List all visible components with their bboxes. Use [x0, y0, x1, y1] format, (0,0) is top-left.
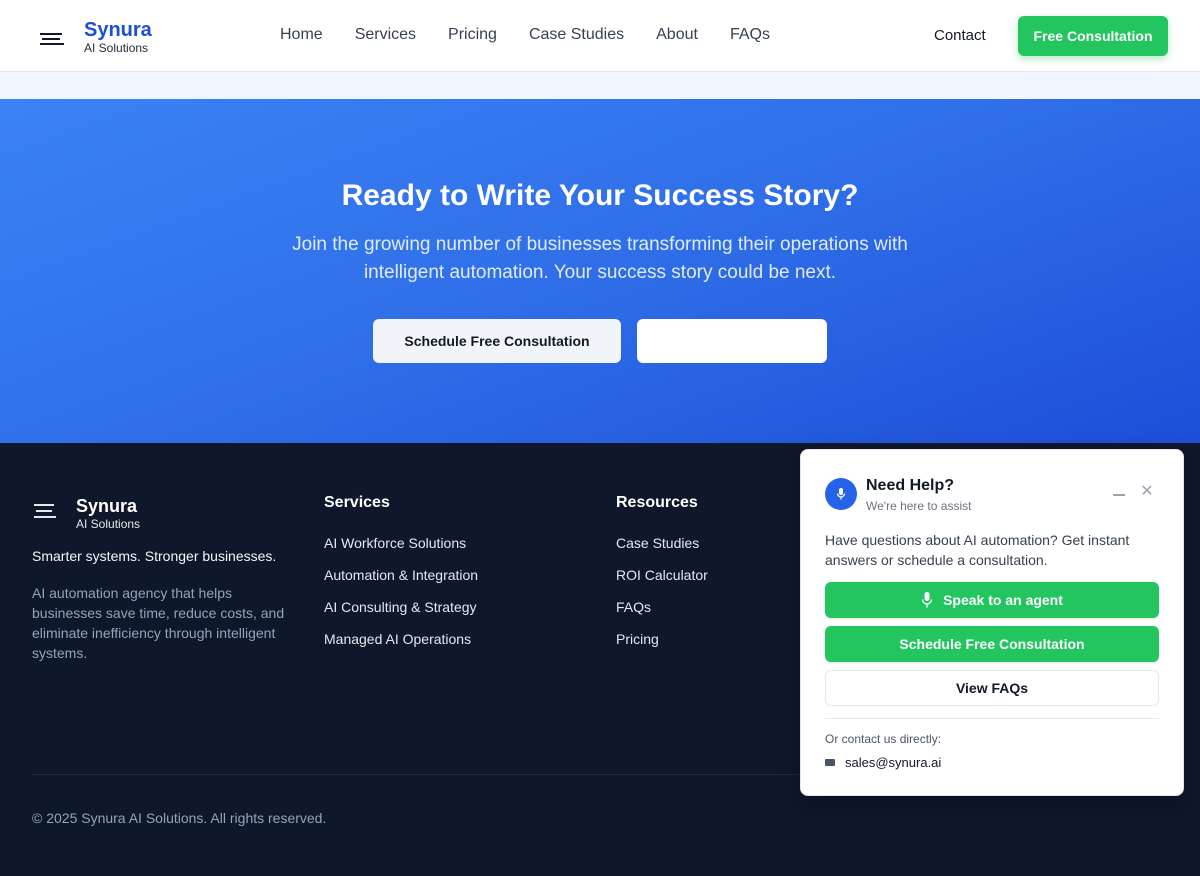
footer-link-roi-calculator[interactable]: ROI Calculator [616, 566, 708, 584]
widget-schedule-consultation-button[interactable]: Schedule Free Consultation [825, 626, 1159, 662]
brand-logo[interactable]: Synura AI Solutions [40, 20, 152, 54]
nav-pricing[interactable]: Pricing [448, 26, 497, 44]
nav-faqs[interactable]: FAQs [730, 26, 770, 44]
direct-contact-label: Or contact us directly: [825, 732, 942, 746]
logo-mark-icon [40, 27, 64, 47]
contact-email[interactable]: sales@synura.ai [845, 755, 941, 770]
nav-services[interactable]: Services [355, 26, 416, 44]
free-consultation-button[interactable]: Free Consultation [1018, 16, 1168, 56]
email-contact[interactable]: sales@synura.ai [825, 755, 941, 770]
copyright-text: © 2025 Synura AI Solutions. All rights r… [32, 810, 327, 826]
footer-link-case-studies[interactable]: Case Studies [616, 534, 708, 552]
mic-icon [825, 478, 857, 510]
widget-text: Have questions about AI automation? Get … [825, 532, 1130, 568]
footer-description: AI automation agency that helps business… [32, 585, 285, 661]
footer-logo[interactable]: Synura AI Solutions [32, 496, 140, 532]
site-header: Synura AI Solutions Home Services Pricin… [0, 0, 1200, 72]
footer-link-ai-workforce[interactable]: AI Workforce Solutions [324, 534, 478, 552]
close-icon[interactable]: ✕ [1139, 484, 1155, 500]
footer-tagline: Smarter systems. Stronger businesses. [32, 548, 277, 564]
secondary-cta-button[interactable] [637, 319, 827, 363]
main-nav: Home Services Pricing Case Studies About… [280, 26, 802, 44]
footer-services-column: Services AI Workforce Solutions Automati… [324, 494, 478, 662]
widget-subtitle: We're here to assist [866, 499, 972, 513]
mail-icon [825, 759, 835, 766]
cta-section: Ready to Write Your Success Story? Join … [0, 99, 1200, 443]
nav-case-studies[interactable]: Case Studies [529, 26, 624, 44]
speak-to-agent-label: Speak to an agent [943, 592, 1063, 608]
footer-link-pricing[interactable]: Pricing [616, 630, 708, 648]
footer-link-faqs[interactable]: FAQs [616, 598, 708, 616]
footer-resources-heading: Resources [616, 494, 698, 511]
footer-link-automation[interactable]: Automation & Integration [324, 566, 478, 584]
schedule-consultation-button[interactable]: Schedule Free Consultation [373, 319, 621, 363]
footer-link-consulting[interactable]: AI Consulting & Strategy [324, 598, 478, 616]
footer-brand-subtitle: AI Solutions [76, 517, 141, 531]
cta-text: Join the growing number of businesses tr… [292, 234, 908, 283]
widget-title: Need Help? [866, 477, 955, 494]
mic-icon [921, 592, 933, 608]
brand-subtitle: AI Solutions [84, 41, 149, 55]
contact-link[interactable]: Contact [934, 27, 986, 44]
brand-name: Synura [84, 19, 152, 41]
view-faqs-button[interactable]: View FAQs [825, 670, 1159, 706]
nav-home[interactable]: Home [280, 26, 323, 44]
speak-to-agent-button[interactable]: Speak to an agent [825, 582, 1159, 618]
footer-resources-column: Resources Case Studies ROI Calculator FA… [616, 494, 708, 662]
cta-title: Ready to Write Your Success Story? [341, 179, 859, 212]
help-widget: Need Help? We're here to assist ✕ Have q… [800, 449, 1184, 796]
nav-about[interactable]: About [656, 26, 698, 44]
footer-brand-name: Synura [76, 496, 138, 516]
section-separator [0, 72, 1200, 99]
footer-link-managed-ops[interactable]: Managed AI Operations [324, 630, 478, 648]
footer-logo-mark-icon [32, 500, 60, 524]
widget-divider [825, 718, 1159, 719]
footer-services-heading: Services [324, 494, 390, 511]
minimize-icon[interactable] [1113, 494, 1125, 496]
